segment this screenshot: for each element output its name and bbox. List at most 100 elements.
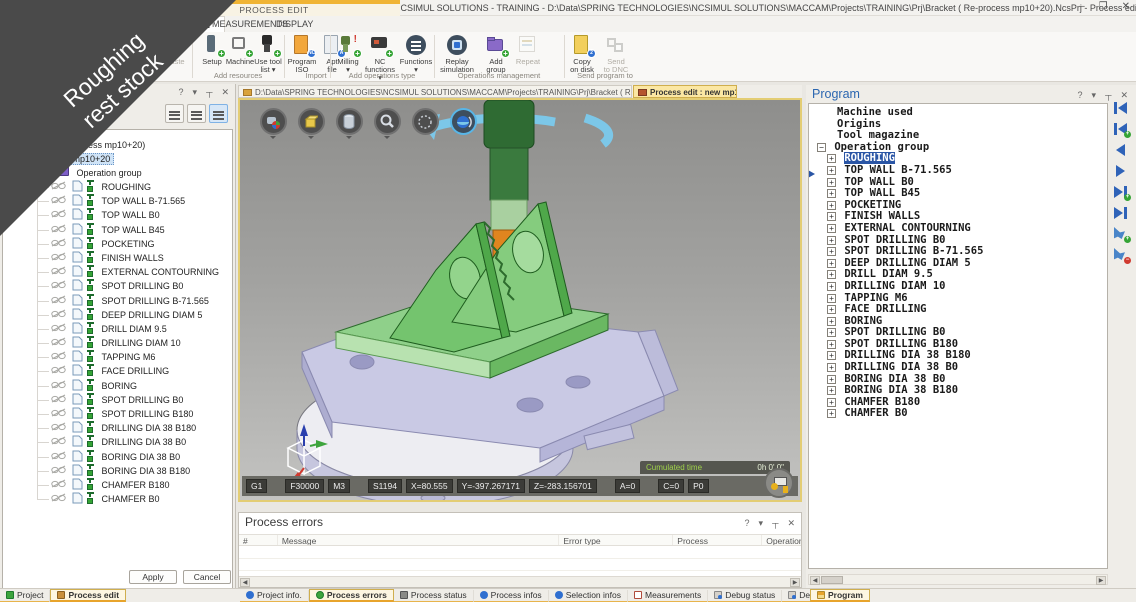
workspace-tab[interactable]: Project (0, 590, 50, 602)
expand-plus-icon[interactable]: + (827, 201, 836, 210)
expand-plus-icon[interactable]: + (827, 189, 836, 198)
visibility-eye-icon[interactable] (51, 294, 66, 303)
program-tree-operation[interactable]: + CHAMFER B0 (809, 408, 1107, 420)
info-tab[interactable]: Project info. (240, 590, 309, 602)
scroll-left-icon[interactable]: ◀ (240, 578, 250, 587)
dropdown-caret-icon[interactable] (346, 136, 352, 139)
rotate-view-button[interactable] (410, 108, 440, 139)
replay-simulation-button[interactable]: Replay simulation (435, 34, 479, 74)
tab-display[interactable]: DISPLAY (262, 16, 327, 32)
expand-plus-icon[interactable]: + (827, 294, 836, 303)
errors-horizontal-scrollbar[interactable]: ◀ ▶ (239, 576, 801, 587)
visibility-eye-icon[interactable] (51, 435, 66, 444)
scroll-right-icon[interactable]: ▶ (1096, 576, 1106, 585)
cancel-button[interactable]: Cancel (183, 570, 231, 584)
expand-plus-icon[interactable]: + (827, 340, 836, 349)
zoom-button[interactable] (372, 108, 402, 139)
stock-display-button[interactable] (296, 108, 326, 139)
visibility-eye-icon[interactable] (51, 421, 66, 430)
panel-close-icon[interactable]: ✕ (1120, 90, 1128, 101)
visibility-eye-icon[interactable] (51, 393, 66, 402)
go-first-add-icon[interactable]: + (1113, 122, 1129, 136)
column-number[interactable]: # (239, 535, 278, 545)
expand-plus-icon[interactable]: + (827, 259, 836, 268)
visibility-eye-icon[interactable] (51, 265, 66, 274)
pick-remove-icon[interactable]: − (1113, 248, 1129, 262)
use-tool-list-button[interactable]: + Use tool list ▾ (251, 34, 285, 74)
visibility-eye-icon[interactable] (51, 492, 66, 501)
info-tab[interactable]: Debug status (708, 590, 782, 602)
minimize-button[interactable]: – (1079, 1, 1085, 12)
info-tab[interactable]: Process infos (474, 590, 549, 602)
expand-plus-icon[interactable]: + (827, 305, 836, 314)
visibility-eye-icon[interactable] (51, 308, 66, 317)
column-message[interactable]: Message (278, 535, 559, 545)
visibility-eye-icon[interactable] (51, 464, 66, 473)
expand-plus-icon[interactable]: + (827, 178, 836, 187)
column-process[interactable]: Process (673, 535, 762, 545)
visibility-eye-icon[interactable] (51, 194, 66, 203)
visibility-eye-icon[interactable] (51, 350, 66, 359)
visibility-eye-icon[interactable] (51, 336, 66, 345)
expand-plus-icon[interactable]: + (827, 317, 836, 326)
3d-viewport[interactable]: Cumulated time 0h 0' 0" G1F30000M3S1194X… (238, 98, 802, 502)
step-forward-add-icon[interactable]: + (1113, 185, 1129, 199)
apply-button[interactable]: Apply (129, 570, 177, 584)
expand-plus-icon[interactable]: + (827, 247, 836, 256)
simulation-mode-button[interactable] (448, 108, 478, 139)
column-operation[interactable]: Operation (762, 535, 801, 545)
copy-on-disk-button[interactable]: 2 Copy on disk (565, 34, 599, 74)
cylinder-display-button[interactable] (334, 108, 364, 139)
panel-pin-icon[interactable]: ┬ (206, 87, 212, 98)
display-mode-button[interactable] (258, 108, 288, 139)
expand-plus-icon[interactable]: + (827, 282, 836, 291)
panel-pin-icon[interactable]: ┬ (1105, 90, 1111, 101)
operation-tree-item[interactable]: CHAMFER B0 (3, 492, 232, 506)
program-iso-button[interactable]: NC Program ISO (285, 34, 319, 74)
panel-close-icon[interactable]: ✕ (787, 518, 795, 529)
repeat-button[interactable]: Repeat (511, 34, 545, 66)
info-tab[interactable]: Process status (394, 590, 474, 602)
info-tab[interactable]: Selection infos (549, 590, 628, 602)
expand-plus-icon[interactable]: + (827, 236, 836, 245)
panel-help-icon[interactable]: ? (745, 518, 750, 529)
program-window-tab[interactable]: Program (810, 589, 870, 602)
restore-button[interactable]: ❐ (1099, 1, 1108, 12)
project-file-tab[interactable]: D:\Data\SPRING TECHNOLOGIES\NCSIMUL SOLU… (238, 85, 632, 98)
expand-plus-icon[interactable]: + (827, 224, 836, 233)
panel-pin-icon[interactable]: ┬ (772, 518, 778, 529)
scroll-left-icon[interactable]: ◀ (810, 576, 820, 585)
expand-plus-icon[interactable]: + (827, 409, 836, 418)
scroll-right-icon[interactable]: ▶ (790, 578, 800, 587)
visibility-eye-icon[interactable] (51, 237, 66, 246)
add-group-button[interactable]: + Add group (479, 34, 513, 74)
panel-menu-icon[interactable]: ▾ (193, 87, 198, 98)
expand-plus-icon[interactable]: + (827, 212, 836, 221)
visibility-eye-icon[interactable] (51, 279, 66, 288)
play-forward-icon[interactable] (1113, 164, 1129, 178)
info-tab[interactable]: Measurements (628, 590, 708, 602)
functions-button[interactable]: Functions ▾ (399, 34, 433, 74)
play-backward-icon[interactable] (1113, 143, 1129, 157)
visibility-eye-icon[interactable] (51, 322, 66, 331)
process-edit-tab[interactable]: Process edit : new mp10+20 (633, 85, 737, 98)
panel-help-icon[interactable]: ? (179, 87, 184, 98)
visibility-eye-icon[interactable] (51, 208, 66, 217)
visibility-eye-icon[interactable] (51, 478, 66, 487)
machine-status-icon[interactable] (764, 468, 794, 498)
list-view-small-button[interactable] (165, 104, 184, 123)
pick-add-icon[interactable]: + (1113, 227, 1129, 241)
info-tab[interactable]: Process errors (309, 589, 394, 602)
go-first-icon[interactable] (1113, 101, 1129, 115)
workspace-tab[interactable]: Process edit (50, 589, 126, 602)
visibility-eye-icon[interactable] (51, 364, 66, 373)
dropdown-caret-icon[interactable] (308, 136, 314, 139)
expand-plus-icon[interactable]: + (827, 398, 836, 407)
expand-plus-icon[interactable]: + (827, 328, 836, 337)
visibility-eye-icon[interactable] (51, 450, 66, 459)
panel-menu-icon[interactable]: ▾ (759, 518, 764, 529)
visibility-eye-icon[interactable] (51, 251, 66, 260)
list-view-detail-button[interactable] (209, 104, 228, 123)
expand-plus-icon[interactable]: + (827, 166, 836, 175)
go-last-icon[interactable] (1113, 206, 1129, 220)
